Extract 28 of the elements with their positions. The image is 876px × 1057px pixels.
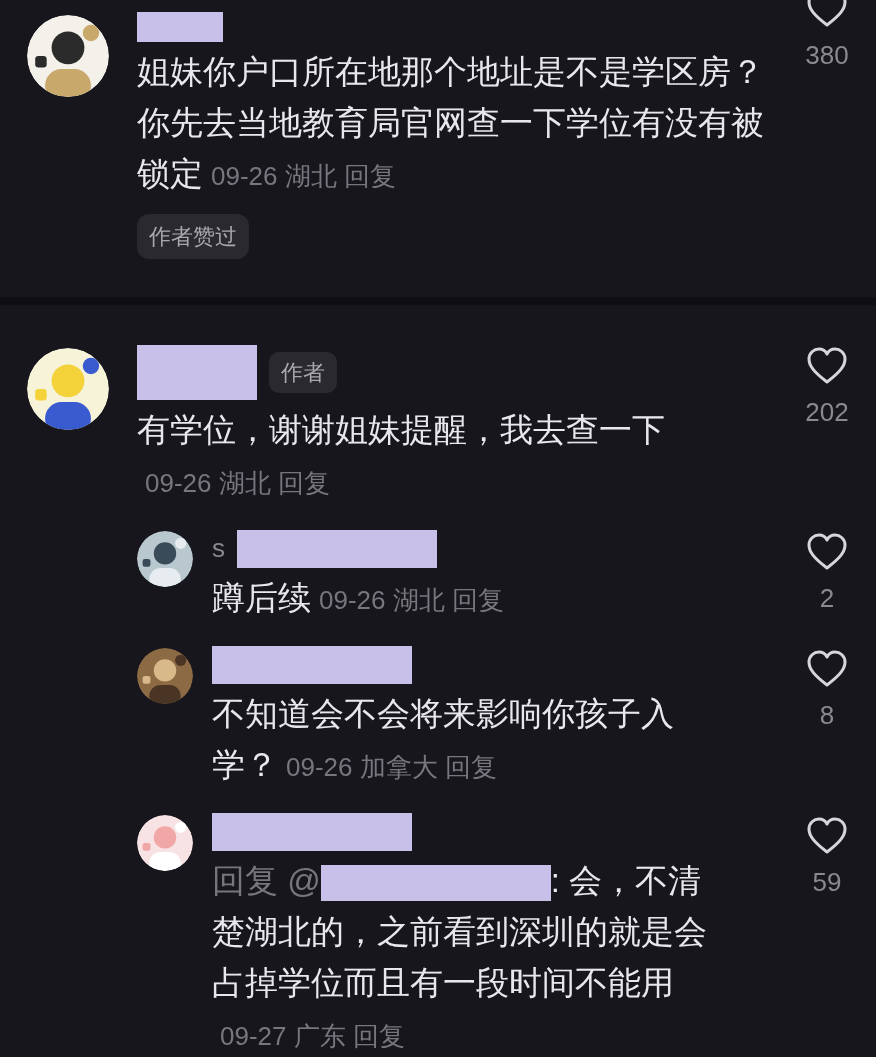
heart-icon[interactable]: [806, 650, 848, 688]
comment-text: 有学位，谢谢姐妹提醒，我去查一下 09-26 湖北 回复: [137, 404, 777, 509]
heart-icon[interactable]: [806, 0, 848, 28]
like-count: 380: [805, 39, 849, 72]
comment-text: 不知道会不会将来影响你孩子入学？ 09-26 加拿大 回复: [212, 688, 712, 793]
reply-link[interactable]: 回复: [343, 151, 396, 202]
reply-link[interactable]: 回复: [277, 458, 330, 509]
author-badge: 作者: [269, 352, 337, 393]
comment-text: 姐妹你户口所在地那个地址是不是学区房？你先去当地教育局官网查一下学位有没有被锁定 09-26 湖北 回复: [137, 46, 777, 202]
heart-icon[interactable]: [806, 347, 848, 385]
reply-link[interactable]: 回复: [451, 575, 504, 626]
comment-meta: 09-27 广东: [220, 1021, 346, 1051]
comment-meta: 09-26 加拿大: [286, 752, 438, 782]
reply-link[interactable]: 回复: [444, 742, 497, 793]
username[interactable]: s: [212, 529, 225, 568]
like-count: 59: [812, 866, 842, 899]
comment-meta: 09-26 湖北: [319, 585, 445, 615]
comment-text: 回复 @ : 会，不清楚湖北的，之前看到深圳的就是会占掉学位而且有一段时间不能用 09-27 广东 回复: [212, 855, 712, 1057]
comment-text: 蹲后续 09-26 湖北 回复: [212, 572, 712, 626]
heart-icon[interactable]: [806, 817, 848, 855]
comment-meta: 09-26 湖北: [211, 161, 337, 191]
heart-icon[interactable]: [806, 533, 848, 571]
liked-tag: 作者赞过: [137, 214, 249, 259]
reply-link[interactable]: 回复: [352, 1011, 405, 1057]
like-count: 8: [819, 699, 835, 732]
like-count: 202: [805, 396, 849, 429]
like-count: 2: [819, 582, 835, 615]
comment-meta: 09-26 湖北: [145, 468, 271, 498]
